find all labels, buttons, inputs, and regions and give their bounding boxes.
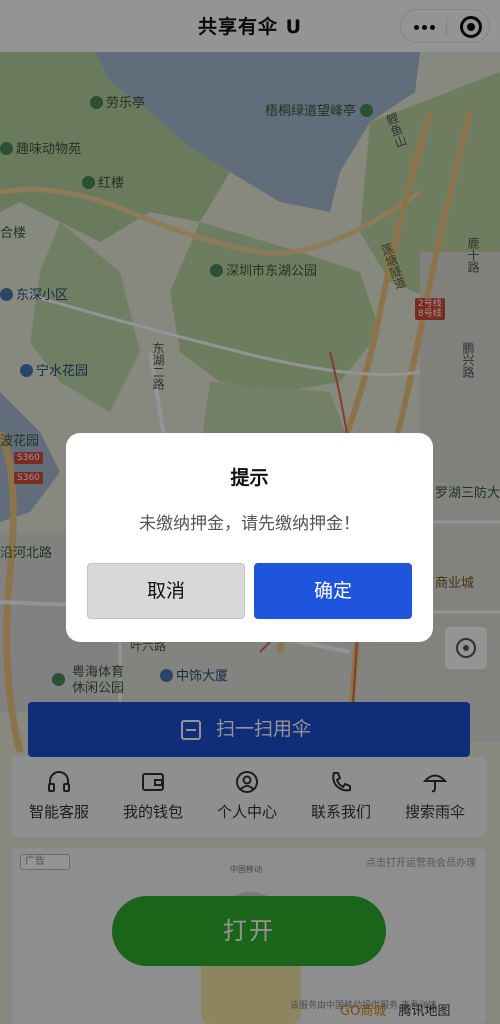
confirm-button[interactable]: 确定 [254, 563, 412, 619]
dialog-message: 未缴纳押金，请先缴纳押金！ [139, 514, 360, 534]
alert-dialog: 提示 未缴纳押金，请先缴纳押金！ 取消 确定 [66, 433, 433, 642]
dialog-title: 提示 [230, 467, 269, 489]
cancel-button[interactable]: 取消 [87, 563, 245, 619]
